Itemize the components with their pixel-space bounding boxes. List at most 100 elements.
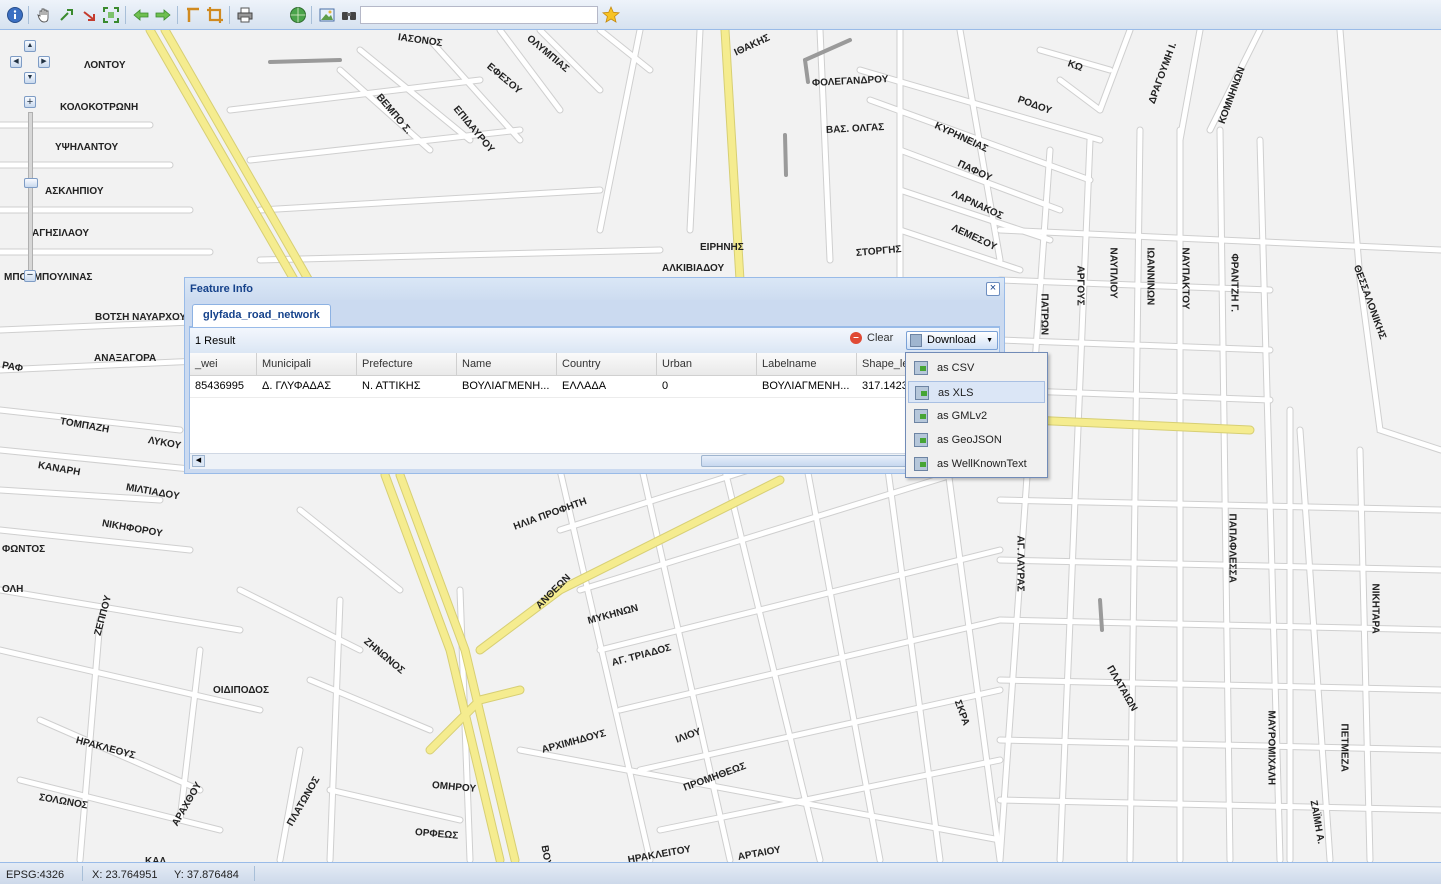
street-label: ΝΑΥΠΛΙΟΥ	[1107, 247, 1119, 299]
binoculars-icon[interactable]	[340, 6, 358, 24]
measure-length-icon[interactable]	[184, 6, 202, 24]
remove-icon: –	[850, 332, 862, 345]
measure-area-icon[interactable]	[206, 6, 224, 24]
results-panel: 1 Result – Clear Download ▼ _wei Municipal…	[189, 327, 1000, 469]
export-icon	[915, 386, 929, 400]
street-label: ΝΑΥΠΑΚΤΟΥ	[1179, 247, 1191, 310]
results-toolbar: 1 Result – Clear Download ▼	[190, 328, 999, 354]
street-label: ΠΕΤΜΕΖΑ	[1338, 723, 1350, 772]
download-label: Download	[927, 334, 976, 346]
street-label: ΙΩΑΝΝΙΝΩΝ	[1144, 247, 1156, 306]
road-segment	[597, 30, 653, 73]
pan-right-button[interactable]: ▶	[38, 56, 50, 68]
street-label: ΦΡΑΝΤΖΗ Γ.	[1228, 253, 1240, 313]
menu-item-label: as GeoJSON	[937, 434, 1002, 446]
globe-icon[interactable]	[289, 6, 307, 24]
close-button[interactable]: ×	[986, 282, 1000, 296]
road-segment	[1177, 30, 1203, 143]
search-input[interactable]	[360, 6, 598, 24]
column-header[interactable]: _wei	[190, 353, 257, 375]
forward-icon[interactable]	[154, 6, 172, 24]
table-cell: ΒΟΥΛΙΑΓΜΕΝΗ...	[762, 380, 850, 392]
road-segment	[997, 147, 1053, 862]
zoom-in-button[interactable]: +	[24, 96, 36, 108]
road-segment	[597, 30, 643, 233]
clear-button[interactable]: – Clear	[850, 332, 893, 349]
export-icon	[914, 361, 928, 375]
road-segment	[1337, 30, 1441, 453]
menu-item-label: as GMLv2	[937, 410, 988, 422]
road-segment	[557, 467, 653, 862]
tab-glyfada-road-network[interactable]: glyfada_road_network	[192, 304, 331, 327]
zoom-extent-icon[interactable]	[102, 6, 120, 24]
zoom-slider-handle[interactable]	[24, 178, 38, 188]
road-segment	[307, 677, 433, 733]
zoom-out-icon[interactable]	[80, 6, 98, 24]
road-segment	[637, 457, 733, 862]
street-label: ΛΟΝΤΟΥ	[84, 60, 126, 71]
table-cell: ΕΛΛΑΔΑ	[562, 380, 607, 392]
download-menu: as CSV as XLS as GMLv2 as GeoJSON as WellKno…	[905, 352, 1048, 478]
menu-item-gmlv2[interactable]: as GMLv2	[908, 405, 1045, 427]
pan-icon[interactable]	[35, 6, 53, 24]
pan-left-button[interactable]: ◀	[10, 56, 22, 68]
download-button[interactable]: Download ▼	[906, 331, 998, 350]
menu-item-geojson[interactable]: as GeoJSON	[908, 429, 1045, 451]
table-cell: ΒΟΥΛΙΑΓΜΕΝΗ...	[462, 380, 550, 392]
zoom-out-button[interactable]: −	[24, 270, 36, 282]
info-icon[interactable]	[6, 6, 24, 24]
street-label: ΝΙΚΗΤΑΡΑ	[1369, 583, 1381, 634]
column-header[interactable]: Name	[457, 353, 557, 375]
table-cell: 0	[662, 380, 669, 392]
clear-label: Clear	[867, 332, 894, 344]
street-label: ΟΛΗ	[2, 584, 24, 595]
back-icon[interactable]	[132, 6, 150, 24]
street-label: ΑΡΓΟΥΣ	[1074, 265, 1086, 306]
y-coordinate: Y: 37.876484	[174, 869, 239, 881]
street-label: ΑΓ. ΛΑΥΡΑΣ	[1014, 535, 1026, 592]
column-header[interactable]: Municipali	[257, 353, 357, 375]
export-icon	[914, 409, 928, 423]
street-label: ΕΙΡΗΝΗΣ	[700, 242, 744, 253]
feature-info-window: Feature Info × glyfada_road_network 1 Re…	[184, 277, 1005, 474]
pan-down-button[interactable]: ▼	[24, 72, 36, 84]
image-icon[interactable]	[318, 6, 336, 24]
table-row[interactable]: 85436995 Δ. ΓΛΥΦΑΔΑΣ Ν. ΑΤΤΙΚΗΣ ΒΟΥΛΙΑΓΜΕΝΗ…	[190, 376, 999, 398]
street-label: ΑΛΚΙΒΙΑΔΟΥ	[662, 263, 725, 274]
table-cell: Ν. ΑΤΤΙΚΗΣ	[362, 380, 421, 392]
print-icon[interactable]	[236, 6, 254, 24]
export-icon	[914, 433, 928, 447]
horizontal-scrollbar[interactable]: ◀	[190, 453, 999, 469]
street-label: ΒΟΤΣΗ ΝΑΥΑΡΧΟΥ	[95, 312, 187, 323]
street-label: ΚΟΛΟΚΟΤΡΩΝΗ	[60, 102, 139, 113]
menu-item-label: as CSV	[937, 362, 975, 374]
status-bar: EPSG:4326 X: 23.764951 Y: 37.876484	[0, 862, 1441, 884]
close-icon: ×	[989, 282, 997, 294]
street-label: ΑΣΚΛΗΠΙΟΥ	[45, 186, 104, 197]
menu-item-wellknowntext[interactable]: as WellKnownText	[908, 453, 1045, 475]
scroll-thumb[interactable]	[701, 455, 911, 467]
window-header[interactable]: Feature Info ×	[185, 278, 1004, 300]
street-label: ΜΑΥΡΟΜΙΧΑΛΗ	[1265, 710, 1277, 786]
projection-label: EPSG:4326	[6, 869, 65, 881]
street-label: ΠΑΤΡΩΝ	[1038, 293, 1050, 336]
column-header[interactable]: Prefecture	[357, 353, 457, 375]
pan-up-button[interactable]: ▲	[24, 40, 36, 52]
menu-item-csv[interactable]: as CSV	[908, 357, 1045, 379]
menu-item-label: as XLS	[938, 387, 974, 399]
street-label: ΟΙΔΙΠΟΔΟΣ	[213, 685, 269, 696]
column-header[interactable]: Urban	[657, 353, 757, 375]
menu-item-xls[interactable]: as XLS	[908, 381, 1045, 403]
zoom-in-icon[interactable]	[58, 6, 76, 24]
scroll-left-button[interactable]: ◀	[192, 455, 205, 467]
star-icon[interactable]	[602, 5, 620, 24]
street-label: ΠΑΠΑΦΛΕΣΣΑ	[1226, 513, 1238, 583]
street-label: ΥΨΗΛΑΝΤΟΥ	[55, 142, 119, 153]
table-cell: 85436995	[195, 380, 244, 392]
zoom-slider-track[interactable]	[28, 112, 33, 274]
street-label: ΑΓΗΣΙΛΑΟΥ	[32, 228, 90, 239]
road-segment	[0, 587, 243, 633]
column-header[interactable]: Labelname	[757, 353, 857, 375]
road-segment	[0, 447, 203, 473]
column-header[interactable]: Country	[557, 353, 657, 375]
